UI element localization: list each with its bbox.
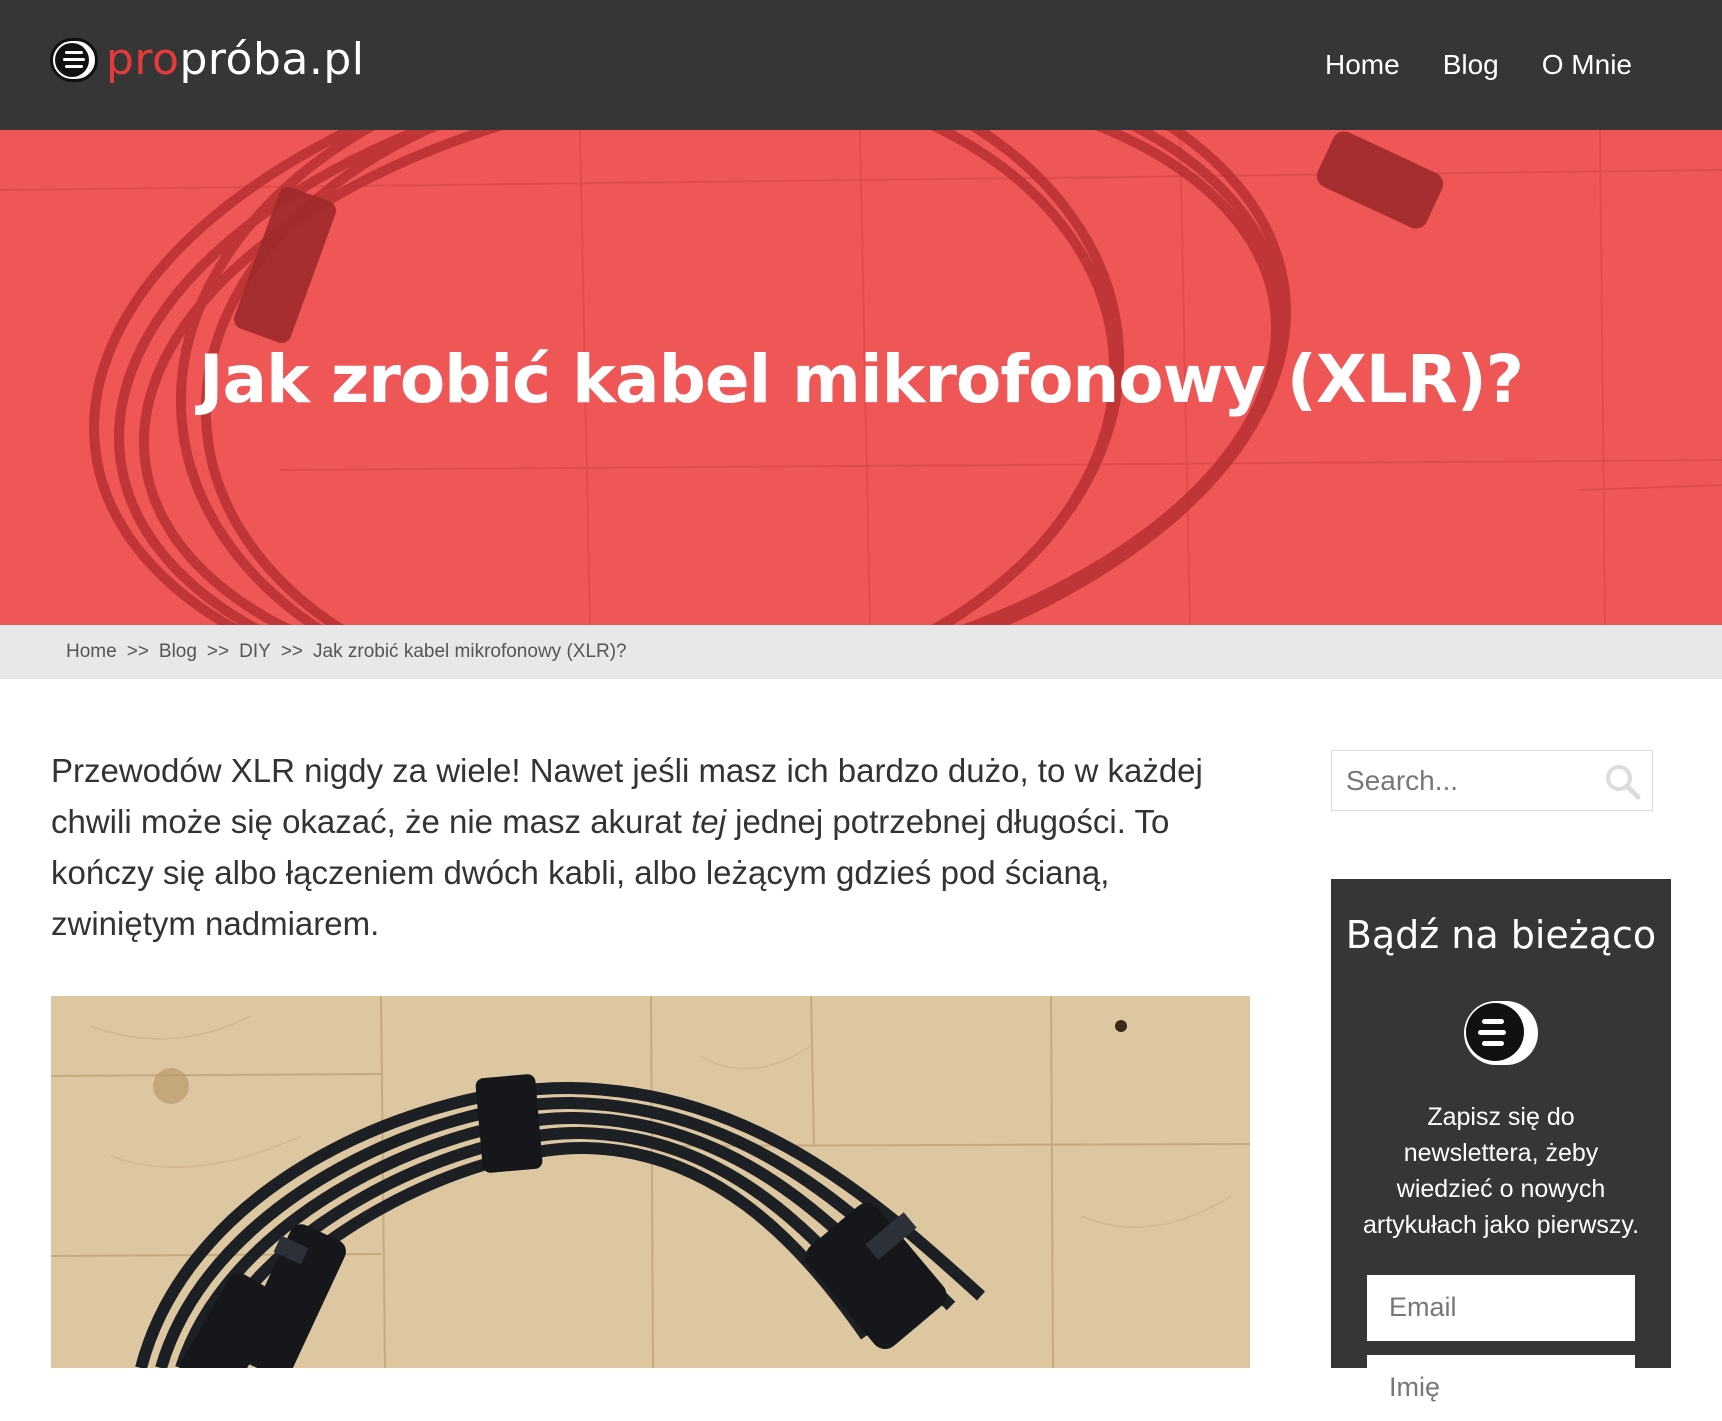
article-intro: Przewodów XLR nigdy za wiele! Nawet jeśl… xyxy=(51,752,1203,942)
nav-blog[interactable]: Blog xyxy=(1443,44,1499,86)
search-icon[interactable] xyxy=(1604,763,1642,801)
nav-about[interactable]: O Mnie xyxy=(1542,44,1632,86)
main-nav: Home Blog O Mnie xyxy=(1325,44,1632,86)
newsletter-title: Bądź na bieżąco xyxy=(1345,913,1657,957)
breadcrumb-blog[interactable]: Blog xyxy=(159,641,197,663)
nav-home[interactable]: Home xyxy=(1325,44,1400,86)
breadcrumb-diy[interactable]: DIY xyxy=(239,641,271,663)
site-logo[interactable]: propróba.pl xyxy=(50,38,365,82)
breadcrumb-current: Jak zrobić kabel mikrofonowy (XLR)? xyxy=(313,641,627,662)
article-content: Przewodów XLR nigdy za wiele! Nawet jeśl… xyxy=(51,745,1251,1368)
breadcrumb-separator: >> xyxy=(126,641,149,662)
newsletter-logo-icon xyxy=(1464,1000,1538,1065)
breadcrumb-separator: >> xyxy=(280,641,304,662)
page-title: Jak zrobić kabel mikrofonowy (XLR)? xyxy=(198,341,1524,418)
article-image xyxy=(51,996,1250,1368)
logo-text: propróba.pl xyxy=(106,34,365,85)
breadcrumb: Home >> Blog >> DIY >> Jak zrobić kabel … xyxy=(0,625,1722,679)
newsletter-text: Zapisz się do newslettera, żeby wiedzieć… xyxy=(1362,1102,1640,1239)
logo-icon xyxy=(50,38,98,82)
name-field[interactable] xyxy=(1367,1354,1635,1421)
hero-banner: Jak zrobić kabel mikrofonowy (XLR)? xyxy=(0,130,1722,625)
search-box xyxy=(1331,750,1653,811)
site-header: propróba.pl Home Blog O Mnie xyxy=(0,0,1722,130)
breadcrumb-home[interactable]: Home xyxy=(66,641,117,663)
breadcrumb-separator: >> xyxy=(206,641,230,662)
newsletter-widget: Bądź na bieżąco Zapisz się do newsletter… xyxy=(1331,879,1671,1421)
email-field[interactable] xyxy=(1367,1274,1635,1341)
